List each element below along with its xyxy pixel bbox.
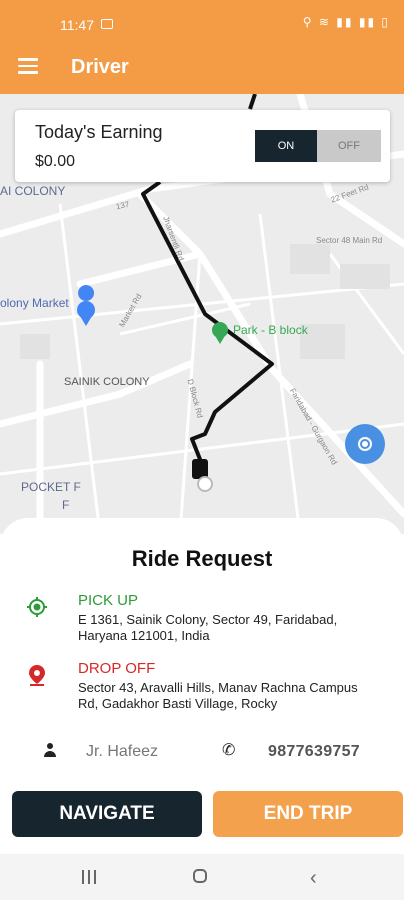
pickup-location-icon: [27, 597, 47, 617]
app-title: Driver: [71, 56, 129, 78]
dropoff-address: Sector 43, Aravalli Hills, Manav Rachna …: [78, 680, 358, 711]
map-label-sainik-colony: SAINIK COLONY: [64, 376, 150, 388]
my-location-button[interactable]: [345, 424, 385, 464]
system-nav-bar: ‹: [0, 854, 404, 900]
recents-icon[interactable]: [82, 870, 96, 884]
back-icon[interactable]: ‹: [310, 867, 317, 890]
navigate-button[interactable]: NAVIGATE: [12, 791, 202, 837]
hamburger-menu-icon[interactable]: [18, 58, 38, 74]
rider-name: Jr. Hafeez: [86, 743, 159, 760]
earning-card: Today's Earning $0.00 ON OFF: [15, 110, 390, 182]
map-label-colony: AI COLONY: [0, 184, 66, 198]
status-icons: ⚲ ≋ ▮▮ ▮▮ ▯: [302, 15, 390, 29]
pickup-address: E 1361, Sainik Colony, Sector 49, Farida…: [78, 612, 338, 643]
pickup-label: PICK UP: [78, 592, 139, 609]
person-icon: [43, 743, 57, 759]
toggle-on-option[interactable]: ON: [255, 130, 317, 162]
end-trip-button[interactable]: END TRIP: [213, 791, 403, 837]
ride-request-sheet: Ride Request PICK UP E 1361, Sainik Colo…: [0, 518, 404, 854]
rider-phone[interactable]: 9877639757: [268, 743, 360, 761]
map-label-pocket-f: POCKET F: [21, 480, 81, 494]
dropoff-location-icon: [29, 665, 45, 686]
dropoff-label: DROP OFF: [78, 660, 156, 677]
map-label-sector48: Sector 48 Main Rd: [316, 236, 383, 245]
ride-request-title: Ride Request: [131, 546, 273, 571]
status-time: 11:47: [60, 17, 94, 33]
earning-title: Today's Earning: [35, 122, 163, 142]
home-icon[interactable]: [193, 869, 207, 883]
status-bar: 11:47 ⚲ ≋ ▮▮ ▮▮ ▯: [0, 0, 404, 48]
toggle-off-option[interactable]: OFF: [317, 130, 381, 162]
map-label-pocket-f-second: F: [62, 498, 70, 512]
app-bar: Driver: [0, 48, 404, 94]
earning-value: $0.00: [35, 153, 76, 170]
phone-icon[interactable]: ✆: [222, 740, 235, 760]
map-label-market: olony Market: [0, 296, 69, 310]
map-label-park: Park - B block: [233, 323, 308, 337]
gallery-notification-icon: [101, 19, 113, 29]
online-toggle[interactable]: ON OFF: [255, 130, 381, 162]
